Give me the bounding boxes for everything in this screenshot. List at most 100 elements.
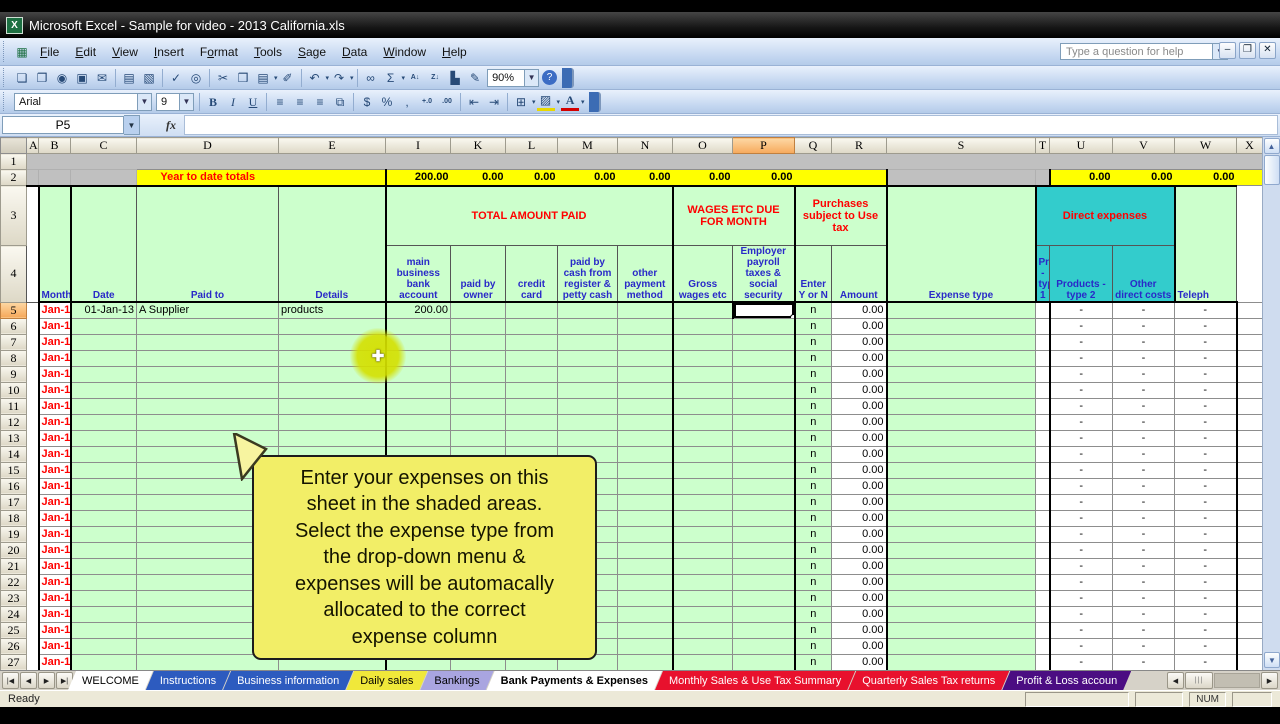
- cell-W26[interactable]: -: [1175, 638, 1237, 654]
- cell-C8[interactable]: [71, 350, 137, 366]
- cell-L2[interactable]: 0.00: [506, 170, 558, 186]
- cell-K6[interactable]: [451, 318, 506, 334]
- cell-P20[interactable]: [733, 542, 795, 558]
- row-header-25[interactable]: 25: [1, 622, 27, 638]
- cell-O12[interactable]: [673, 414, 733, 430]
- cell-P13[interactable]: [733, 430, 795, 446]
- cell-P9[interactable]: [733, 366, 795, 382]
- row-header-1[interactable]: 1: [1, 154, 27, 170]
- cell-R10[interactable]: 0.00: [832, 382, 887, 398]
- cell-P14[interactable]: [733, 446, 795, 462]
- cell-U24[interactable]: -: [1050, 606, 1113, 622]
- cell-D8[interactable]: [137, 350, 279, 366]
- font-color-icon[interactable]: A: [561, 93, 579, 111]
- cell-U17[interactable]: -: [1050, 494, 1113, 510]
- sheet-tab-bank-payments-expenses[interactable]: Bank Payments & Expenses: [487, 671, 662, 690]
- cell-U5[interactable]: -: [1050, 302, 1113, 318]
- column-header-Q[interactable]: Q: [795, 138, 832, 154]
- cell-A12[interactable]: [27, 414, 39, 430]
- cell-L7[interactable]: [506, 334, 558, 350]
- cell-S10[interactable]: [887, 382, 1036, 398]
- cell-O26[interactable]: [673, 638, 733, 654]
- cell-S26[interactable]: [887, 638, 1036, 654]
- autosum-icon[interactable]: Σ: [382, 69, 400, 87]
- cell-W11[interactable]: -: [1175, 398, 1237, 414]
- row-header-19[interactable]: 19: [1, 526, 27, 542]
- name-box-dropdown[interactable]: ▼: [124, 115, 140, 135]
- cell-W10[interactable]: -: [1175, 382, 1237, 398]
- cell-Q21[interactable]: n: [795, 558, 832, 574]
- cell-X11[interactable]: [1237, 398, 1263, 414]
- cell-L9[interactable]: [506, 366, 558, 382]
- cell-W22[interactable]: -: [1175, 574, 1237, 590]
- cell-A18[interactable]: [27, 510, 39, 526]
- cell-R12[interactable]: 0.00: [832, 414, 887, 430]
- cell-M9[interactable]: [558, 366, 618, 382]
- font-name-combo[interactable]: Arial ▼: [14, 93, 152, 111]
- cell-T23[interactable]: [1036, 590, 1050, 606]
- cell-U21[interactable]: -: [1050, 558, 1113, 574]
- cell-T7[interactable]: [1036, 334, 1050, 350]
- cell-C2[interactable]: [71, 170, 137, 186]
- cell-N26[interactable]: [618, 638, 673, 654]
- cell-W17[interactable]: -: [1175, 494, 1237, 510]
- chevron-down-icon[interactable]: ▾: [581, 98, 585, 106]
- sort-descending-icon[interactable]: Z↓: [426, 69, 444, 87]
- cell-U16[interactable]: -: [1050, 478, 1113, 494]
- cell-C11[interactable]: [71, 398, 137, 414]
- cell-T20[interactable]: [1036, 542, 1050, 558]
- cell-U19[interactable]: -: [1050, 526, 1113, 542]
- cell-B23[interactable]: Jan-13: [39, 590, 71, 606]
- cell-X12[interactable]: [1237, 414, 1263, 430]
- cell-M6[interactable]: [558, 318, 618, 334]
- cell-B17[interactable]: Jan-13: [39, 494, 71, 510]
- cell-W24[interactable]: -: [1175, 606, 1237, 622]
- cell-Q12[interactable]: n: [795, 414, 832, 430]
- cell-K13[interactable]: [451, 430, 506, 446]
- cell-P26[interactable]: [733, 638, 795, 654]
- cell-S7[interactable]: [887, 334, 1036, 350]
- column-header-S[interactable]: S: [887, 138, 1036, 154]
- cell-B20[interactable]: Jan-13: [39, 542, 71, 558]
- cell-K5[interactable]: [451, 302, 506, 318]
- cell-P5[interactable]: [733, 302, 795, 318]
- cell-T25[interactable]: [1036, 622, 1050, 638]
- sheet-tab-bankings[interactable]: Bankings: [420, 671, 493, 690]
- menu-data[interactable]: Data: [334, 43, 375, 61]
- cell-B12[interactable]: Jan-13: [39, 414, 71, 430]
- cell-S18[interactable]: [887, 510, 1036, 526]
- cell-P23[interactable]: [733, 590, 795, 606]
- cell-S21[interactable]: [887, 558, 1036, 574]
- cell-C14[interactable]: [71, 446, 137, 462]
- cell-P24[interactable]: [733, 606, 795, 622]
- cell-R25[interactable]: 0.00: [832, 622, 887, 638]
- menu-insert[interactable]: Insert: [146, 43, 192, 61]
- cell-P19[interactable]: [733, 526, 795, 542]
- undo-icon[interactable]: ↶: [306, 69, 324, 87]
- cell-B21[interactable]: Jan-13: [39, 558, 71, 574]
- cell-A26[interactable]: [27, 638, 39, 654]
- cell-L8[interactable]: [506, 350, 558, 366]
- row-header-15[interactable]: 15: [1, 462, 27, 478]
- cell-row1[interactable]: [27, 154, 1263, 170]
- cell-K8[interactable]: [451, 350, 506, 366]
- column-header-B[interactable]: B: [39, 138, 71, 154]
- menu-edit[interactable]: Edit: [67, 43, 104, 61]
- cell-W2[interactable]: 0.00: [1175, 170, 1237, 186]
- row-header-2[interactable]: 2: [1, 170, 27, 186]
- row-header-14[interactable]: 14: [1, 446, 27, 462]
- close-button[interactable]: ✕: [1259, 42, 1276, 59]
- permission-icon[interactable]: ◉: [53, 69, 71, 87]
- cell-T22[interactable]: [1036, 574, 1050, 590]
- cell-T17[interactable]: [1036, 494, 1050, 510]
- cell-R23[interactable]: 0.00: [832, 590, 887, 606]
- cell-C9[interactable]: [71, 366, 137, 382]
- cell-O14[interactable]: [673, 446, 733, 462]
- cell-S22[interactable]: [887, 574, 1036, 590]
- cell-T13[interactable]: [1036, 430, 1050, 446]
- cell-B25[interactable]: Jan-13: [39, 622, 71, 638]
- cell-Q16[interactable]: n: [795, 478, 832, 494]
- header-I[interactable]: main business bank account: [386, 246, 451, 303]
- cell-O6[interactable]: [673, 318, 733, 334]
- cell-T5[interactable]: [1036, 302, 1050, 318]
